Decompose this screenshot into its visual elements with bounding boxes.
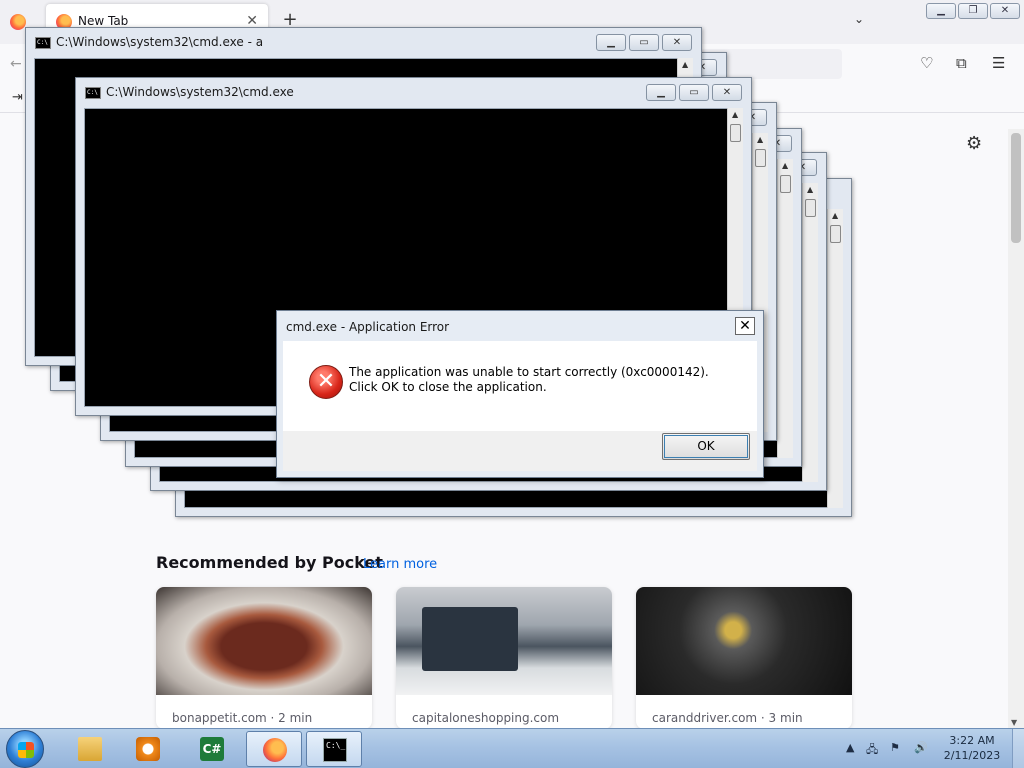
restore-icon: ❐ [968,5,978,16]
scroll-up-icon[interactable]: ▲ [682,60,688,69]
system-clock[interactable]: 3:22 AM 2/11/2023 [940,733,1004,763]
card-source: capitaloneshopping.com [412,711,560,725]
window-title: C:\Windows\system32\cmd.exe - a [56,35,264,49]
console-scrollbar[interactable]: ▲ [777,159,793,458]
tab-title: New Tab [78,14,129,28]
cmd-icon: C:\_ [323,738,347,762]
taskbar-firefox[interactable] [246,731,302,767]
pocket-card[interactable]: capitaloneshopping.com [396,587,612,729]
explorer-icon [78,737,102,761]
taskbar-cmd[interactable]: C:\_ [306,731,362,767]
error-icon: ✕ [309,365,343,399]
taskbar: C# C:\_ ▲ 🖧 ⚑ 🔊 3:22 AM 2/11/2023 [0,728,1024,768]
minimize-icon: ▁ [937,5,945,16]
minimize-button[interactable]: ▁ [646,84,676,101]
minimize-button[interactable]: ▁ [926,3,956,19]
close-button[interactable]: ✕ [712,84,742,101]
close-button[interactable]: ✕ [662,34,692,51]
pocket-card[interactable]: bonappetit.com · 2 min [156,587,372,729]
show-desktop-button[interactable] [1012,729,1024,768]
chevron-down-icon[interactable]: ⌄ [854,12,864,26]
scrollbar-thumb[interactable] [730,124,741,142]
extensions-icon[interactable]: ⧉ [956,54,967,72]
window-title: C:\Windows\system32\cmd.exe [106,85,294,99]
network-icon[interactable]: 🖧 [866,741,878,760]
cmd-icon: C:\ [35,37,51,49]
restore-button[interactable]: ❐ [958,3,988,19]
back-arrow-icon[interactable]: ← [10,56,22,72]
start-orb-icon [18,742,34,758]
error-message: The application was unable to start corr… [349,365,709,394]
clock-date: 2/11/2023 [943,749,1001,762]
dialog-body: ✕ The application was unable to start co… [283,341,757,431]
gear-icon[interactable]: ⚙ [966,133,982,154]
card-source: caranddriver.com · 3 min [652,711,803,725]
start-button[interactable] [6,730,44,768]
clock-time: 3:22 AM [949,734,995,747]
csharp-icon: C# [200,737,224,761]
maximize-button[interactable]: ▭ [679,84,709,101]
cmd-icon: C:\ [85,87,101,99]
firefox-icon [263,738,287,762]
console-scrollbar[interactable]: ▲ [827,209,843,508]
close-icon: ✕ [1000,5,1010,16]
card-image [156,587,372,695]
scrollbar-thumb[interactable] [830,225,841,243]
dialog-title: cmd.exe - Application Error [286,320,450,334]
maximize-button[interactable]: ▭ [629,34,659,51]
sign-in-icon[interactable]: ⇥ [12,90,23,105]
firefox-icon [10,14,26,30]
application-error-dialog[interactable]: cmd.exe - Application Error ✕ ✕ The appl… [276,310,764,478]
scroll-up-icon[interactable]: ▲ [832,211,838,220]
card-image [636,587,852,695]
media-player-icon [136,737,160,761]
scroll-down-icon[interactable]: ▼ [1011,718,1017,727]
scroll-up-icon[interactable]: ▲ [782,161,788,170]
learn-more-link[interactable]: Learn more [363,557,437,572]
scrollbar-thumb[interactable] [780,175,791,193]
close-window-button[interactable]: ✕ [990,3,1020,19]
taskbar-media-player[interactable] [120,731,176,767]
flag-icon[interactable]: ⚑ [890,741,900,754]
minimize-button[interactable]: ▁ [596,34,626,51]
pocket-section-title: Recommended by Pocket [156,553,383,572]
dialog-close-button[interactable]: ✕ [735,317,755,335]
show-hidden-icons[interactable]: ▲ [846,741,854,754]
taskbar-csharp[interactable]: C# [184,731,240,767]
scroll-up-icon[interactable]: ▲ [732,110,738,119]
ok-button[interactable]: OK [662,433,750,460]
card-image [396,587,612,695]
menu-icon[interactable]: ☰ [992,54,1005,72]
pocket-card[interactable]: caranddriver.com · 3 min [636,587,852,729]
scrollbar-thumb[interactable] [1011,133,1021,243]
scrollbar-thumb[interactable] [805,199,816,217]
speaker-icon[interactable]: 🔊 [914,741,928,754]
page-scrollbar[interactable]: ▼ [1008,129,1024,729]
scroll-up-icon[interactable]: ▲ [757,135,763,144]
card-source: bonappetit.com · 2 min [172,711,313,725]
scroll-up-icon[interactable]: ▲ [807,185,813,194]
pocket-icon[interactable]: ♡ [920,54,933,72]
scrollbar-thumb[interactable] [755,149,766,167]
console-scrollbar[interactable]: ▲ [802,183,818,482]
taskbar-explorer[interactable] [62,731,118,767]
